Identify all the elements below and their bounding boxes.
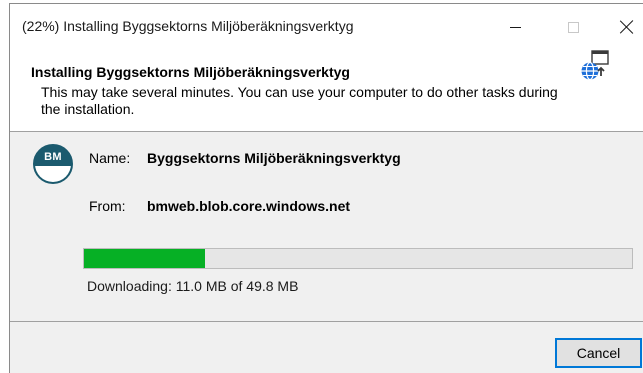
maximize-button[interactable] (550, 4, 596, 50)
maximize-icon (567, 21, 579, 33)
window-title: (22%) Installing Byggsektorns Miljöberäk… (22, 18, 354, 34)
installer-window: (22%) Installing Byggsektorns Miljöberäk… (9, 3, 643, 373)
name-label: Name: (89, 150, 131, 166)
progress-fill (84, 249, 205, 268)
minimize-button[interactable] (492, 4, 538, 50)
title-bar: (22%) Installing Byggsektorns Miljöberäk… (10, 4, 643, 50)
name-value: Byggsektorns Miljöberäkningsverktyg (147, 150, 401, 166)
cancel-button[interactable]: Cancel (555, 338, 642, 368)
header-description: This may take several minutes. You can u… (41, 84, 558, 117)
avatar-initials: BM (44, 151, 62, 163)
download-status: Downloading: 11.0 MB of 49.8 MB (87, 278, 299, 294)
download-progress-bar (83, 248, 633, 269)
footer-divider (10, 321, 643, 322)
close-icon (620, 20, 634, 34)
close-button[interactable] (604, 4, 643, 50)
installer-globe-icon (581, 50, 609, 81)
from-label: From: (89, 198, 126, 214)
header-title: Installing Byggsektorns Miljöberäkningsv… (31, 64, 350, 80)
from-value: bmweb.blob.core.windows.net (147, 198, 351, 214)
installer-header: Installing Byggsektorns Miljöberäkningsv… (10, 50, 643, 132)
minimize-icon (509, 26, 521, 28)
app-avatar: BM (33, 144, 73, 184)
